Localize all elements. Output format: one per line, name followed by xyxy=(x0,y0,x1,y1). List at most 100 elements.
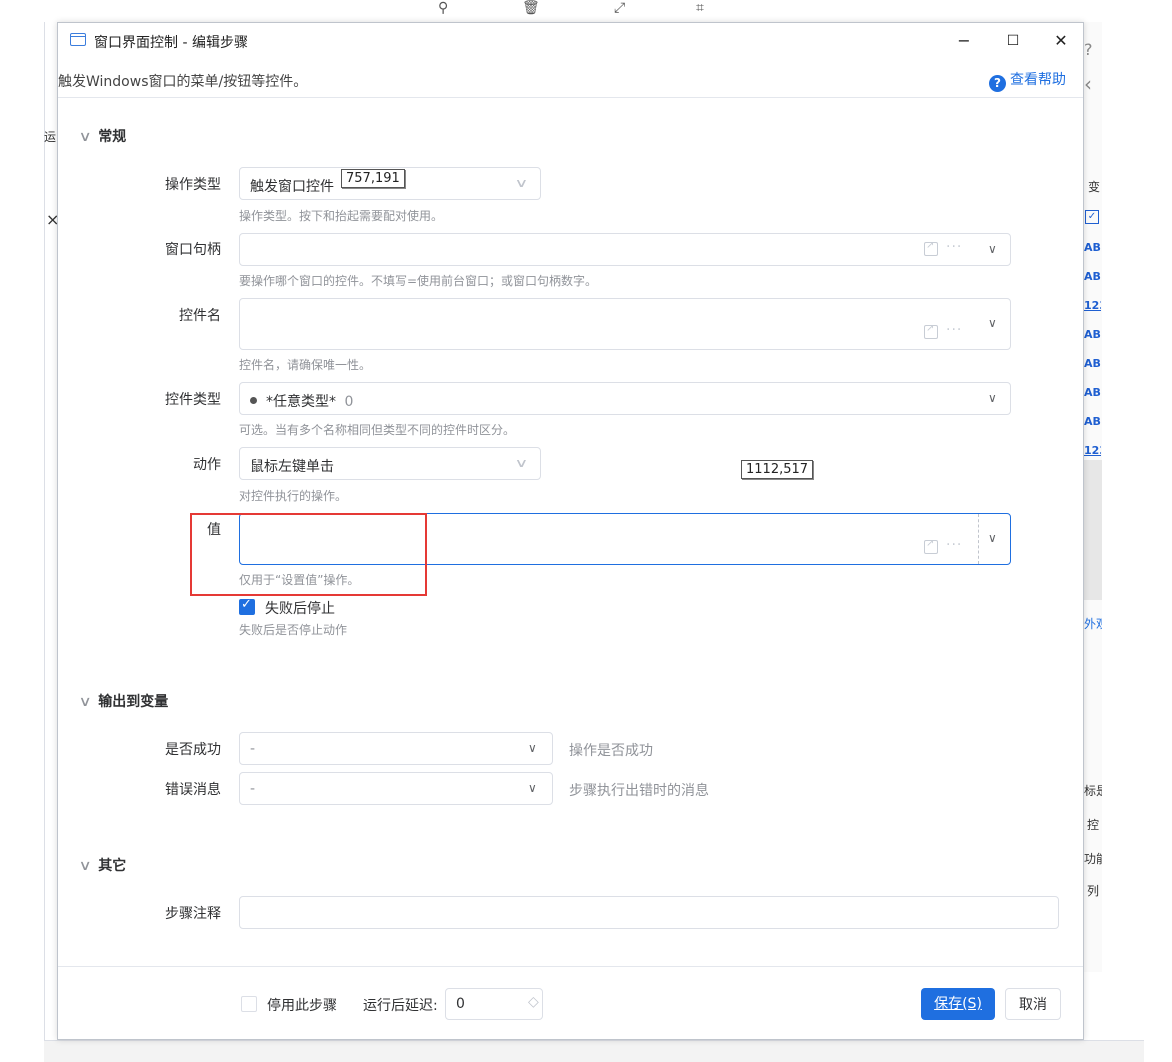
success-variable-select[interactable]: - ∨ xyxy=(239,732,553,765)
help-link[interactable]: ? 查看帮助 xyxy=(989,69,1066,92)
bg-type-badge: ABC xyxy=(1084,328,1101,341)
error-value: - xyxy=(250,781,256,797)
control-name-label: 控件名 xyxy=(179,308,221,324)
divider xyxy=(978,514,979,564)
action-label: 动作 xyxy=(193,457,221,473)
chevron-down-icon: ∨ xyxy=(514,456,529,470)
coordinate-tooltip: 757,191 xyxy=(341,169,405,188)
success-desc: 操作是否成功 xyxy=(569,743,653,759)
more-icon[interactable]: ··· xyxy=(946,322,962,338)
bg-scroll-area xyxy=(1082,460,1102,600)
section-output[interactable]: ∨ 输出到变量 xyxy=(78,691,169,711)
stepper-icon[interactable]: ◇ xyxy=(528,994,539,1010)
bg-type-badge: ABC xyxy=(1084,241,1101,254)
bg-type-badge: ABC xyxy=(1084,270,1101,283)
window-icon xyxy=(70,33,86,46)
more-icon[interactable]: ··· xyxy=(946,239,962,255)
bg-text-fragment: 功能 xyxy=(1084,852,1102,866)
stop-on-fail-checkbox[interactable] xyxy=(239,597,255,615)
delay-stepper[interactable]: 0 ◇ xyxy=(445,988,543,1020)
description-bar: 触发Windows窗口的菜单/按钮等控件。 ? 查看帮助 xyxy=(58,59,1083,98)
minimize-button[interactable]: − xyxy=(949,29,979,53)
error-label: 错误消息 xyxy=(165,782,221,798)
delay-value: 0 xyxy=(456,996,465,1012)
error-variable-select[interactable]: - ∨ xyxy=(239,772,553,805)
search-icon[interactable]: ⚲ xyxy=(438,0,448,16)
chevron-down-icon[interactable]: ∨ xyxy=(988,242,997,256)
open-editor-icon[interactable] xyxy=(924,240,938,256)
note-input[interactable] xyxy=(239,896,1059,929)
chevron-down-icon[interactable]: ∨ xyxy=(988,531,997,545)
op-type-value: 触发窗口控件 xyxy=(250,179,334,195)
op-type-hint: 操作类型。按下和抬起需要配对使用。 xyxy=(239,209,444,223)
control-name-hint: 控件名，请确保唯一性。 xyxy=(239,358,372,372)
note-label: 步骤注释 xyxy=(165,906,221,922)
control-type-text: *任意类型* xyxy=(266,394,336,410)
dialog-title: 窗口界面控制 - 编辑步骤 xyxy=(94,35,248,51)
chevron-down-icon: ∨ xyxy=(988,391,997,405)
op-type-label: 操作类型 xyxy=(165,177,221,193)
stop-on-fail-hint: 失败后是否停止动作 xyxy=(239,623,348,637)
section-general[interactable]: ∨ 常规 xyxy=(78,126,127,146)
edit-step-dialog: 窗口界面控制 - 编辑步骤 − ☐ ✕ 触发Windows窗口的菜单/按钮等控件… xyxy=(57,22,1084,1040)
close-button[interactable]: ✕ xyxy=(1046,29,1076,53)
bg-type-badge: 123 xyxy=(1084,444,1101,457)
bg-type-badge: ABC xyxy=(1084,386,1101,399)
save-label: 保存(S) xyxy=(934,996,982,1012)
delay-label: 运行后延迟: xyxy=(363,998,438,1014)
chevron-down-icon[interactable]: ∨ xyxy=(988,316,997,330)
title-bar[interactable]: 窗口界面控制 - 编辑步骤 − ☐ ✕ xyxy=(58,23,1083,59)
help-icon: ? xyxy=(989,75,1006,92)
highlight-box xyxy=(190,513,427,596)
open-editor-icon[interactable] xyxy=(924,538,938,554)
bg-text-fragment: 运 xyxy=(44,130,57,144)
bg-tab-label[interactable]: 外观 xyxy=(1084,615,1102,632)
bg-bottom-strip xyxy=(44,1040,1144,1062)
section-output-title: 输出到变量 xyxy=(98,694,169,710)
action-hint: 对控件执行的操作。 xyxy=(239,489,348,503)
control-type-label: 控件类型 xyxy=(165,392,221,408)
control-name-input[interactable]: ··· ∨ xyxy=(239,298,1011,350)
bg-checkbox-icon: ✓ xyxy=(1085,210,1099,224)
control-type-hint: 可选。当有多个名称相同但类型不同的控件时区分。 xyxy=(239,423,516,437)
bg-type-badge: ABC xyxy=(1084,357,1101,370)
maximize-button[interactable]: ☐ xyxy=(998,29,1028,53)
chevron-down-icon: ∨ xyxy=(528,741,537,755)
more-icon[interactable]: ··· xyxy=(946,537,962,553)
chevron-down-icon: ∨ xyxy=(78,858,92,874)
stop-on-fail-label: 失败后停止 xyxy=(265,601,335,617)
bg-type-badge: 123 xyxy=(1084,299,1101,312)
chevron-down-icon: ∨ xyxy=(514,176,529,190)
bg-type-badge: ABC xyxy=(1084,415,1101,428)
control-type-value: *任意类型* 0 xyxy=(250,391,353,411)
section-other-title: 其它 xyxy=(98,858,127,874)
bg-text-fragment: 列 xyxy=(1087,884,1100,898)
disable-step-label: 停用此步骤 xyxy=(267,998,337,1014)
save-button[interactable]: 保存(S) xyxy=(921,988,995,1020)
window-handle-input[interactable]: ··· ∨ xyxy=(239,233,1011,266)
bg-text-fragment: 变 xyxy=(1088,180,1101,194)
action-select[interactable]: 鼠标左键单击 ∨ xyxy=(239,447,541,480)
chevron-down-icon: ∨ xyxy=(78,129,92,145)
trash-icon[interactable]: 🗑 xyxy=(522,0,540,16)
bg-text-fragment: 标是 xyxy=(1084,784,1102,798)
success-value: - xyxy=(250,741,256,757)
help-label: 查看帮助 xyxy=(1010,72,1066,88)
cancel-button[interactable]: 取消 xyxy=(1005,988,1061,1020)
bg-back-icon[interactable]: ‹ xyxy=(1084,72,1092,96)
window-handle-hint: 要操作哪个窗口的控件。不填写=使用前台窗口；或窗口句柄数字。 xyxy=(239,274,598,288)
open-editor-icon[interactable] xyxy=(924,323,938,339)
crop-icon[interactable]: ⌗ xyxy=(696,0,704,16)
bg-text-fragment: 控 xyxy=(1087,818,1100,832)
disable-step-checkbox[interactable] xyxy=(241,996,257,1012)
error-desc: 步骤执行出错时的消息 xyxy=(569,783,709,799)
section-general-title: 常规 xyxy=(98,129,127,145)
control-type-select[interactable]: *任意类型* 0 ∨ xyxy=(239,382,1011,415)
success-label: 是否成功 xyxy=(165,742,221,758)
expand-icon[interactable]: ⤢ xyxy=(614,0,625,16)
action-value: 鼠标左键单击 xyxy=(250,459,334,475)
bg-help-icon: ? xyxy=(1084,40,1093,59)
dot-icon xyxy=(250,397,257,404)
chevron-down-icon: ∨ xyxy=(78,694,92,710)
section-other[interactable]: ∨ 其它 xyxy=(78,855,127,875)
